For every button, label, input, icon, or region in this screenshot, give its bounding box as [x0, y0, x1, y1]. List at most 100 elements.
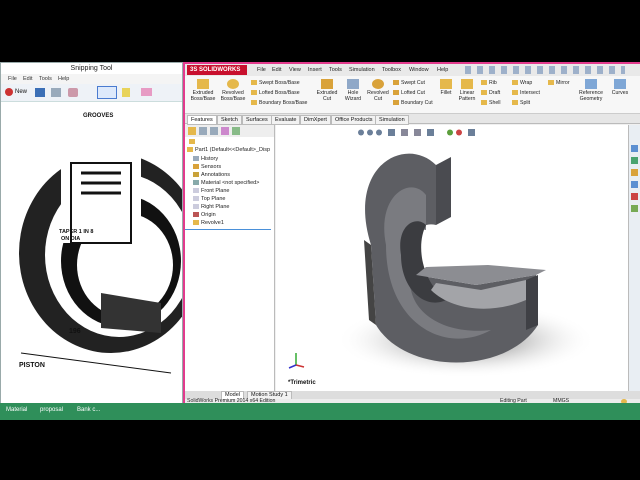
taskbar-item-proposal[interactable]: proposal: [40, 407, 63, 413]
tree-item-history[interactable]: History: [193, 156, 218, 162]
boundary-cut-icon: [393, 100, 399, 106]
menu-tools[interactable]: Tools: [329, 67, 342, 73]
taskbar-item-bank[interactable]: Bank c...: [77, 407, 100, 413]
graphics-area[interactable]: *Trimetric: [276, 125, 628, 391]
tree-item-sensors-label: Sensors: [201, 164, 222, 170]
boundary-boss-button[interactable]: Boundary Boss/Base: [251, 100, 307, 106]
solidworks-logo: 3S SOLIDWORKS: [187, 65, 247, 75]
tree-item-material[interactable]: Material <not specified>: [193, 180, 259, 186]
custom-properties-icon[interactable]: [631, 205, 638, 212]
tree-item-front-plane[interactable]: Front Plane: [193, 188, 229, 194]
reference-geometry-button[interactable]: Reference Geometry: [575, 79, 607, 102]
tab-sketch[interactable]: Sketch: [217, 115, 242, 125]
rollback-bar[interactable]: [185, 229, 271, 230]
tree-item-part[interactable]: Part1 (Default<<Default>_Disp: [187, 147, 270, 153]
filter-icon[interactable]: [189, 139, 195, 144]
desktop-background-bottom: [0, 420, 640, 480]
split-button[interactable]: Split: [512, 100, 530, 106]
taskbar-item-material[interactable]: Material: [6, 407, 27, 413]
fillet-icon: [440, 79, 452, 89]
curves-button[interactable]: Curves: [609, 79, 631, 96]
rib-button[interactable]: Rib: [481, 80, 497, 86]
new-snip-button[interactable]: New: [15, 89, 27, 95]
save-icon[interactable]: [35, 88, 45, 97]
appearances-icon[interactable]: [631, 193, 638, 200]
wrap-label: Wrap: [520, 80, 533, 86]
tab-office-products[interactable]: Office Products: [331, 115, 377, 125]
menu-simulation[interactable]: Simulation: [349, 67, 375, 73]
fillet-label: Fillet: [440, 90, 452, 96]
shell-button[interactable]: Shell: [481, 100, 501, 106]
menu-help[interactable]: Help: [437, 67, 448, 73]
tree-item-right-plane[interactable]: Right Plane: [193, 204, 229, 210]
lofted-cut-icon: [393, 90, 399, 96]
extruded-cut-button[interactable]: Extruded Cut: [313, 79, 341, 102]
swept-cut-button[interactable]: Swept Cut: [393, 80, 425, 86]
swept-boss-button[interactable]: Swept Boss/Base: [251, 80, 300, 86]
piston-drawing-image: [19, 153, 182, 374]
menu-view[interactable]: View: [289, 67, 301, 73]
view-palette-icon[interactable]: [631, 181, 638, 188]
menu-help[interactable]: Help: [58, 76, 69, 82]
extruded-boss-button[interactable]: Extruded Boss/Base: [188, 79, 218, 102]
menu-edit[interactable]: Edit: [23, 76, 32, 82]
tree-item-origin[interactable]: Origin: [193, 212, 216, 218]
tree-item-annotations[interactable]: Annotations: [193, 172, 230, 178]
dimxpert-icon[interactable]: [221, 127, 229, 135]
plane-icon: [193, 188, 199, 194]
pen-tool-button[interactable]: [97, 86, 117, 99]
mirror-button[interactable]: Mirror: [548, 80, 570, 86]
fillet-button[interactable]: Fillet: [436, 79, 456, 96]
menu-insert[interactable]: Insert: [308, 67, 322, 73]
piston-3d-model[interactable]: [276, 125, 628, 391]
revolved-boss-button[interactable]: Revolved Boss/Base: [218, 79, 248, 102]
configuration-icon[interactable]: [210, 127, 218, 135]
snipping-tool-window: Snipping Tool File Edit Tools Help New G…: [0, 62, 183, 403]
tree-item-top-plane[interactable]: Top Plane: [193, 196, 225, 202]
tab-evaluate[interactable]: Evaluate: [271, 115, 301, 125]
command-manager-ribbon: Extruded Boss/Base Revolved Boss/Base Sw…: [185, 76, 640, 114]
rib-icon: [481, 80, 487, 86]
revolve-icon: [227, 79, 239, 89]
boundary-cut-button[interactable]: Boundary Cut: [393, 100, 433, 106]
revolved-cut-button[interactable]: Revolved Cut: [365, 79, 391, 102]
wrap-button[interactable]: Wrap: [512, 80, 532, 86]
feature-tree-icon[interactable]: [188, 127, 196, 135]
resources-icon[interactable]: [631, 145, 638, 152]
tree-item-sensors[interactable]: Sensors: [193, 164, 221, 170]
draft-icon: [481, 90, 487, 96]
menu-toolbox[interactable]: Toolbox: [382, 67, 401, 73]
highlighter-icon[interactable]: [122, 88, 130, 97]
tab-simulation[interactable]: Simulation: [375, 115, 409, 125]
intersect-button[interactable]: Intersect: [512, 90, 540, 96]
design-library-icon[interactable]: [631, 157, 638, 164]
email-icon[interactable]: [68, 88, 78, 97]
copy-icon[interactable]: [51, 88, 61, 97]
menu-file[interactable]: File: [257, 67, 266, 73]
menu-tools[interactable]: Tools: [39, 76, 52, 82]
quick-access-toolbar[interactable]: [465, 66, 625, 74]
menu-edit[interactable]: Edit: [272, 67, 281, 73]
shell-icon: [481, 100, 487, 106]
linear-pattern-button[interactable]: Linear Pattern: [456, 79, 478, 102]
eraser-icon[interactable]: [141, 88, 152, 96]
file-explorer-icon[interactable]: [631, 169, 638, 176]
tab-dimxpert[interactable]: DimXpert: [300, 115, 331, 125]
property-manager-icon[interactable]: [199, 127, 207, 135]
tab-surfaces[interactable]: Surfaces: [242, 115, 272, 125]
hole-wizard-button[interactable]: Hole Wizard: [341, 79, 365, 102]
view-orientation-label: *Trimetric: [288, 380, 316, 386]
menu-window[interactable]: Window: [409, 67, 429, 73]
tab-features[interactable]: Features: [187, 115, 217, 125]
menu-file[interactable]: File: [8, 76, 17, 82]
draft-button[interactable]: Draft: [481, 90, 500, 96]
drawing-label-dimension: 196: [69, 328, 81, 335]
display-manager-icon[interactable]: [232, 127, 240, 135]
drawing-label-taper-dia: ON DIA: [61, 236, 81, 242]
new-snip-icon[interactable]: [5, 88, 13, 96]
snipping-menu-bar: File Edit Tools Help: [1, 74, 182, 84]
lofted-cut-button[interactable]: Lofted Cut: [393, 90, 425, 96]
tree-item-revolve1[interactable]: Revolve1: [193, 220, 224, 226]
lofted-boss-button[interactable]: Lofted Boss/Base: [251, 90, 300, 96]
split-label: Split: [520, 100, 531, 106]
